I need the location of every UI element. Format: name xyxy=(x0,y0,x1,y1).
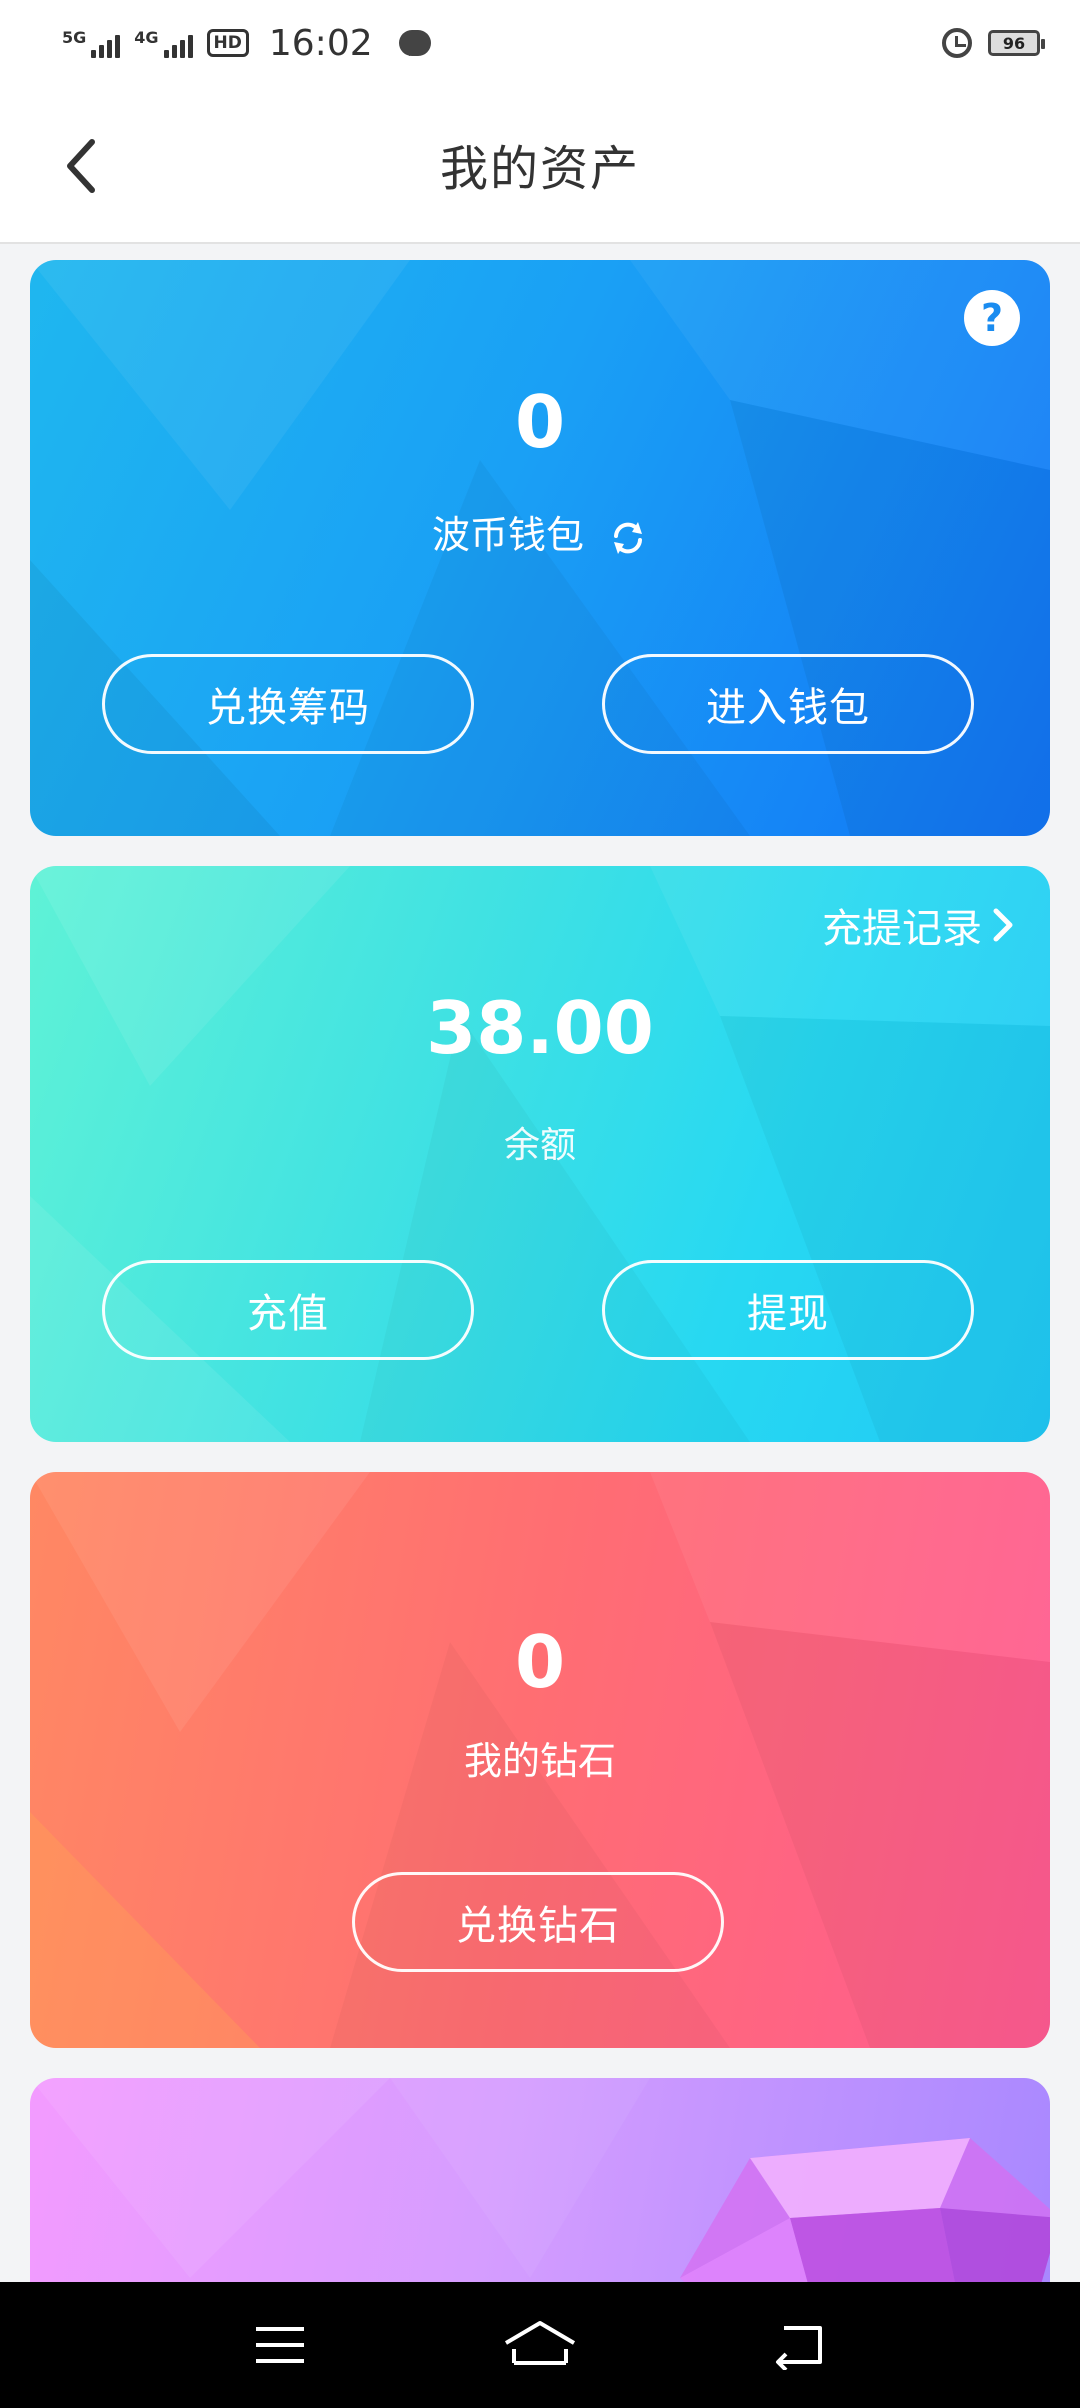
menu-icon xyxy=(256,2327,304,2363)
question-icon: ? xyxy=(980,296,1004,340)
signal-5g-icon: 5G xyxy=(62,28,121,58)
records-link-label: 充提记录 xyxy=(822,906,982,952)
status-bar: 5G 4G HD 16:02 96 xyxy=(0,0,1080,86)
status-left: 5G 4G HD 16:02 xyxy=(62,23,431,64)
enter-wallet-button[interactable]: 进入钱包 xyxy=(602,654,974,754)
nav-back-button[interactable] xyxy=(755,2310,845,2380)
balance-card: 充提记录 38.00 余额 充值 提现 xyxy=(30,866,1050,1442)
exchange-chips-button[interactable]: 兑换筹码 xyxy=(102,654,474,754)
back-button[interactable] xyxy=(58,136,108,196)
page-title: 我的资产 xyxy=(439,141,640,197)
chevron-left-icon xyxy=(67,139,95,193)
diamond-card: 0 我的钻石 兑换钻石 xyxy=(30,1472,1050,2048)
app-header: 我的资产 xyxy=(0,86,1080,244)
signal-4g-icon: 4G xyxy=(134,28,193,58)
refresh-icon[interactable] xyxy=(608,518,648,558)
status-right: 96 xyxy=(942,28,1045,58)
nav-home-button[interactable] xyxy=(495,2310,585,2380)
signal-5g-label: 5G xyxy=(62,28,87,47)
help-button[interactable]: ? xyxy=(964,290,1020,346)
wallet-label: 波币钱包 xyxy=(431,513,584,557)
diamond-label: 我的钻石 xyxy=(463,1739,616,1783)
hd-voice-icon: HD xyxy=(206,29,249,57)
balance-amount: 38.00 xyxy=(426,986,654,1070)
status-time: 16:02 xyxy=(268,22,373,64)
recharge-button[interactable]: 充值 xyxy=(102,1260,474,1360)
system-nav-bar xyxy=(0,2282,1080,2408)
nav-menu-button[interactable] xyxy=(235,2310,325,2380)
message-icon xyxy=(398,30,431,56)
records-link[interactable]: 充提记录 xyxy=(822,896,1014,954)
home-icon xyxy=(504,2321,576,2365)
diamond-amount: 0 xyxy=(514,1620,566,1704)
signal-4g-label: 4G xyxy=(134,28,159,47)
withdraw-button[interactable]: 提现 xyxy=(602,1260,974,1360)
back-icon xyxy=(776,2326,822,2370)
wallet-label-row: 波币钱包 xyxy=(30,504,1050,559)
chevron-right-icon xyxy=(993,908,1013,942)
battery-icon: 96 xyxy=(988,30,1045,56)
exchange-diamond-button[interactable]: 兑换钻石 xyxy=(352,1872,724,1972)
alarm-icon xyxy=(942,28,972,58)
wallet-amount: 0 xyxy=(514,380,566,464)
wallet-card: ? 0 波币钱包 兑换筹码 进入钱包 xyxy=(30,260,1050,836)
balance-label: 余额 xyxy=(503,1125,576,1166)
